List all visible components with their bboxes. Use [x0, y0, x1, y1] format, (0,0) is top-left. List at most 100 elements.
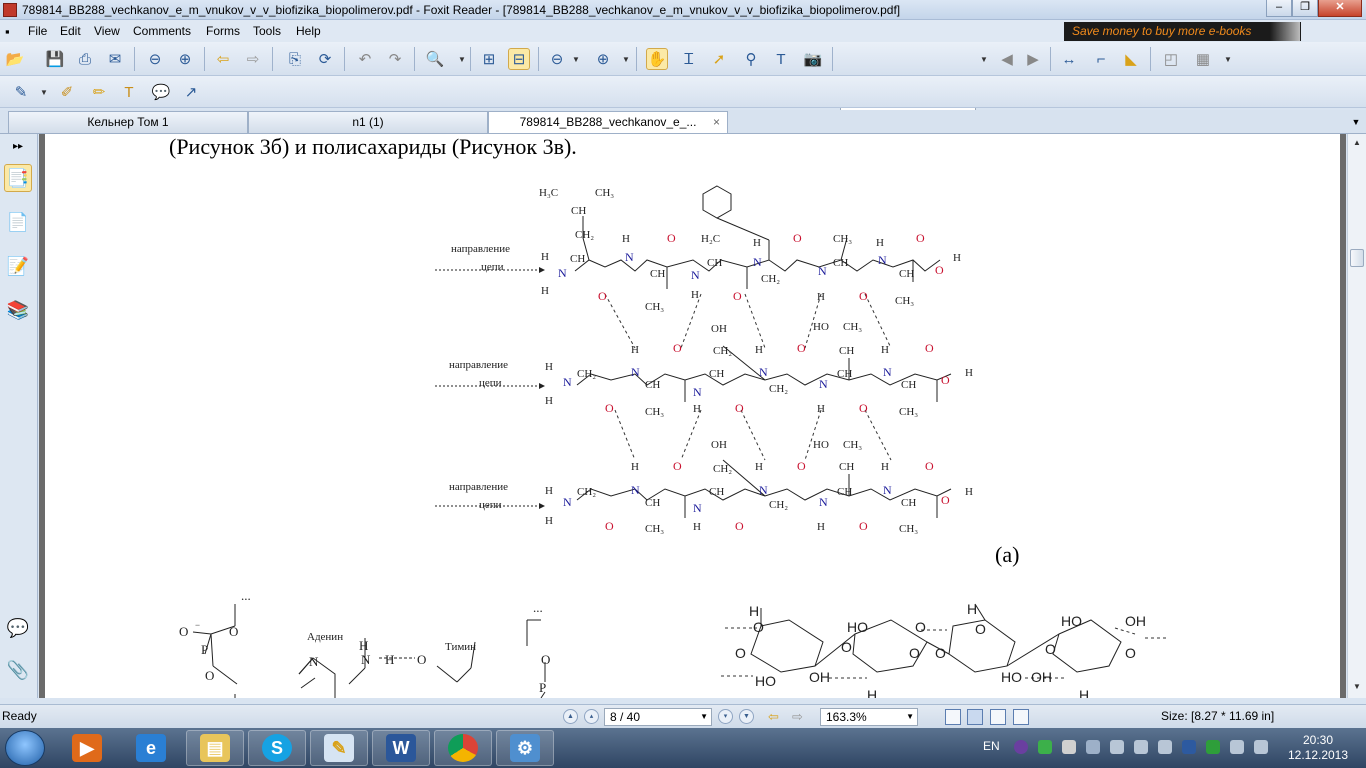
binoculars-icon[interactable]: ⚲	[740, 48, 762, 70]
undo-icon[interactable]: ↶	[354, 48, 376, 70]
foxit-app-icon[interactable]	[3, 3, 17, 17]
select-icon[interactable]: ➚	[708, 48, 730, 70]
tab-close-icon[interactable]: ×	[713, 112, 720, 132]
tray-network-icon[interactable]	[1086, 740, 1100, 754]
next-page-icon[interactable]: ⊕	[174, 48, 196, 70]
comment-icon[interactable]: 💬	[150, 81, 172, 103]
skype-icon[interactable]: S	[248, 730, 306, 766]
typewriter-dropdown[interactable]: ▼	[40, 88, 48, 97]
start-button[interactable]	[5, 730, 45, 766]
extract-icon[interactable]: ⎘	[284, 48, 306, 70]
scroll-down-icon[interactable]: ▼	[1350, 680, 1364, 694]
system-clock[interactable]: 20:30 12.12.2013	[1278, 733, 1358, 763]
tray-antivirus-icon[interactable]	[1062, 740, 1076, 754]
fit-width-icon[interactable]: ⊟	[508, 48, 530, 70]
attachments-icon[interactable]: 📎	[4, 656, 32, 684]
page-number-field[interactable]: 8 / 40 ▼	[604, 708, 712, 726]
minimize-button[interactable]: ‒	[1266, 0, 1292, 17]
tray-volume-icon[interactable]	[1134, 740, 1148, 754]
restore-button[interactable]: ❐	[1292, 0, 1318, 17]
tab-n1[interactable]: n1 (1)	[248, 111, 488, 133]
menu-view[interactable]: View	[94, 24, 120, 38]
close-button[interactable]: ✕	[1318, 0, 1362, 17]
menu-tools[interactable]: Tools	[253, 24, 281, 38]
tray-app-icon[interactable]	[1014, 740, 1028, 754]
hand-tool-icon[interactable]: ✋	[646, 48, 668, 70]
next-find-icon[interactable]: ▶	[1022, 48, 1044, 70]
snapshot-icon[interactable]: 📷	[802, 48, 824, 70]
prev-page-nav-icon[interactable]: ▴	[584, 709, 599, 724]
distance-icon[interactable]: ↔	[1058, 48, 1080, 70]
zoom-field[interactable]: 163.3% ▼	[820, 708, 918, 726]
attach-icon[interactable]: ◰	[1160, 48, 1182, 70]
fit-page-icon[interactable]: ⊞	[478, 48, 500, 70]
back-icon[interactable]: ⇦	[212, 48, 234, 70]
menu-help[interactable]: Help	[296, 24, 321, 38]
pages-icon[interactable]: 📄	[4, 208, 32, 236]
forward-icon[interactable]: ⇨	[242, 48, 264, 70]
continuous-icon[interactable]	[967, 709, 983, 725]
print-icon[interactable]: ⎙	[74, 48, 96, 70]
save-icon[interactable]: 💾	[44, 48, 66, 70]
tray-update-icon[interactable]	[1038, 740, 1052, 754]
prev-page-icon[interactable]: ⊖	[144, 48, 166, 70]
continuous-facing-icon[interactable]	[1013, 709, 1029, 725]
first-page-icon[interactable]: ▲	[563, 709, 578, 724]
zoom-out-icon[interactable]: ⊖	[546, 48, 568, 70]
menu-file[interactable]: File	[28, 24, 47, 38]
perimeter-icon[interactable]: ⌐	[1090, 48, 1112, 70]
find-dropdown[interactable]: ▼	[980, 55, 988, 64]
language-indicator[interactable]: EN	[983, 739, 1000, 753]
zoom-dropdown[interactable]: ▼	[458, 55, 466, 64]
bookmarks-icon[interactable]: 📑	[4, 164, 32, 192]
redo-icon[interactable]: ↷	[384, 48, 406, 70]
rotate-icon[interactable]: ⟳	[314, 48, 336, 70]
tab-biofizika[interactable]: 789814_BB288_vechkanov_e_... ×	[488, 111, 728, 133]
document-view[interactable]: (Рисунок 3б) и полисахариды (Рисунок 3в)…	[39, 134, 1346, 698]
scroll-thumb[interactable]	[1350, 249, 1364, 267]
menu-comments[interactable]: Comments	[133, 24, 191, 38]
tab-list-dropdown[interactable]: ▼	[1348, 113, 1364, 131]
file-explorer-icon[interactable]: ▤	[186, 730, 244, 766]
zoom-out-dropdown[interactable]: ▼	[572, 55, 580, 64]
expand-panel-icon[interactable]: ▸▸	[4, 138, 32, 154]
prev-find-icon[interactable]: ◀	[996, 48, 1018, 70]
control-panel-icon[interactable]: ⚙	[496, 730, 554, 766]
zoom-value-dropdown-icon[interactable]: ▼	[906, 709, 914, 725]
page-number[interactable]: 8 / 40	[610, 710, 640, 724]
media-player-icon[interactable]: ▶	[58, 730, 116, 766]
zoom-icon[interactable]: 🔍	[424, 48, 446, 70]
layers-icon[interactable]: 📚	[4, 296, 32, 324]
nav-forward-icon[interactable]: ⇨	[792, 709, 803, 725]
internet-explorer-icon[interactable]: e	[122, 730, 180, 766]
email-icon[interactable]: ✉	[104, 48, 126, 70]
vertical-scrollbar[interactable]: ▲ ▼	[1347, 134, 1366, 698]
select-text-icon[interactable]: Ꮖ	[678, 48, 700, 70]
tray-display-icon[interactable]	[1158, 740, 1172, 754]
menu-icon[interactable]: ▪	[5, 24, 10, 39]
menu-edit[interactable]: Edit	[60, 24, 81, 38]
next-page-nav-icon[interactable]: ▾	[718, 709, 733, 724]
ad-text[interactable]: Save money to buy more e-books	[1072, 24, 1251, 38]
zoom-in-icon[interactable]: ⊕	[592, 48, 614, 70]
typewriter-icon[interactable]: ✎	[10, 81, 32, 103]
arrow-icon[interactable]: ↗	[180, 81, 202, 103]
tray-battery-icon[interactable]	[1110, 740, 1124, 754]
nav-back-icon[interactable]: ⇦	[768, 709, 779, 725]
annotations-icon[interactable]: 📝	[4, 252, 32, 280]
ad-banner[interactable]: Save money to buy more e-books	[1064, 22, 1301, 41]
note-tool-icon[interactable]: ✐	[56, 81, 78, 103]
tray-h-icon[interactable]	[1206, 740, 1220, 754]
chrome-icon[interactable]	[434, 730, 492, 766]
zoom-in-dropdown[interactable]: ▼	[622, 55, 630, 64]
word-icon[interactable]: W	[372, 730, 430, 766]
foxit-icon[interactable]: ✎	[310, 730, 368, 766]
comments-panel-icon[interactable]: 💬	[4, 614, 32, 642]
textbox-icon[interactable]: T	[118, 81, 140, 103]
last-page-icon[interactable]: ▼	[739, 709, 754, 724]
area-icon[interactable]: ◣	[1120, 48, 1142, 70]
tray-sound-icon[interactable]	[1254, 740, 1268, 754]
single-page-icon[interactable]	[945, 709, 961, 725]
menu-forms[interactable]: Forms	[206, 24, 240, 38]
tab-kelner[interactable]: Кельнер Том 1	[8, 111, 248, 133]
